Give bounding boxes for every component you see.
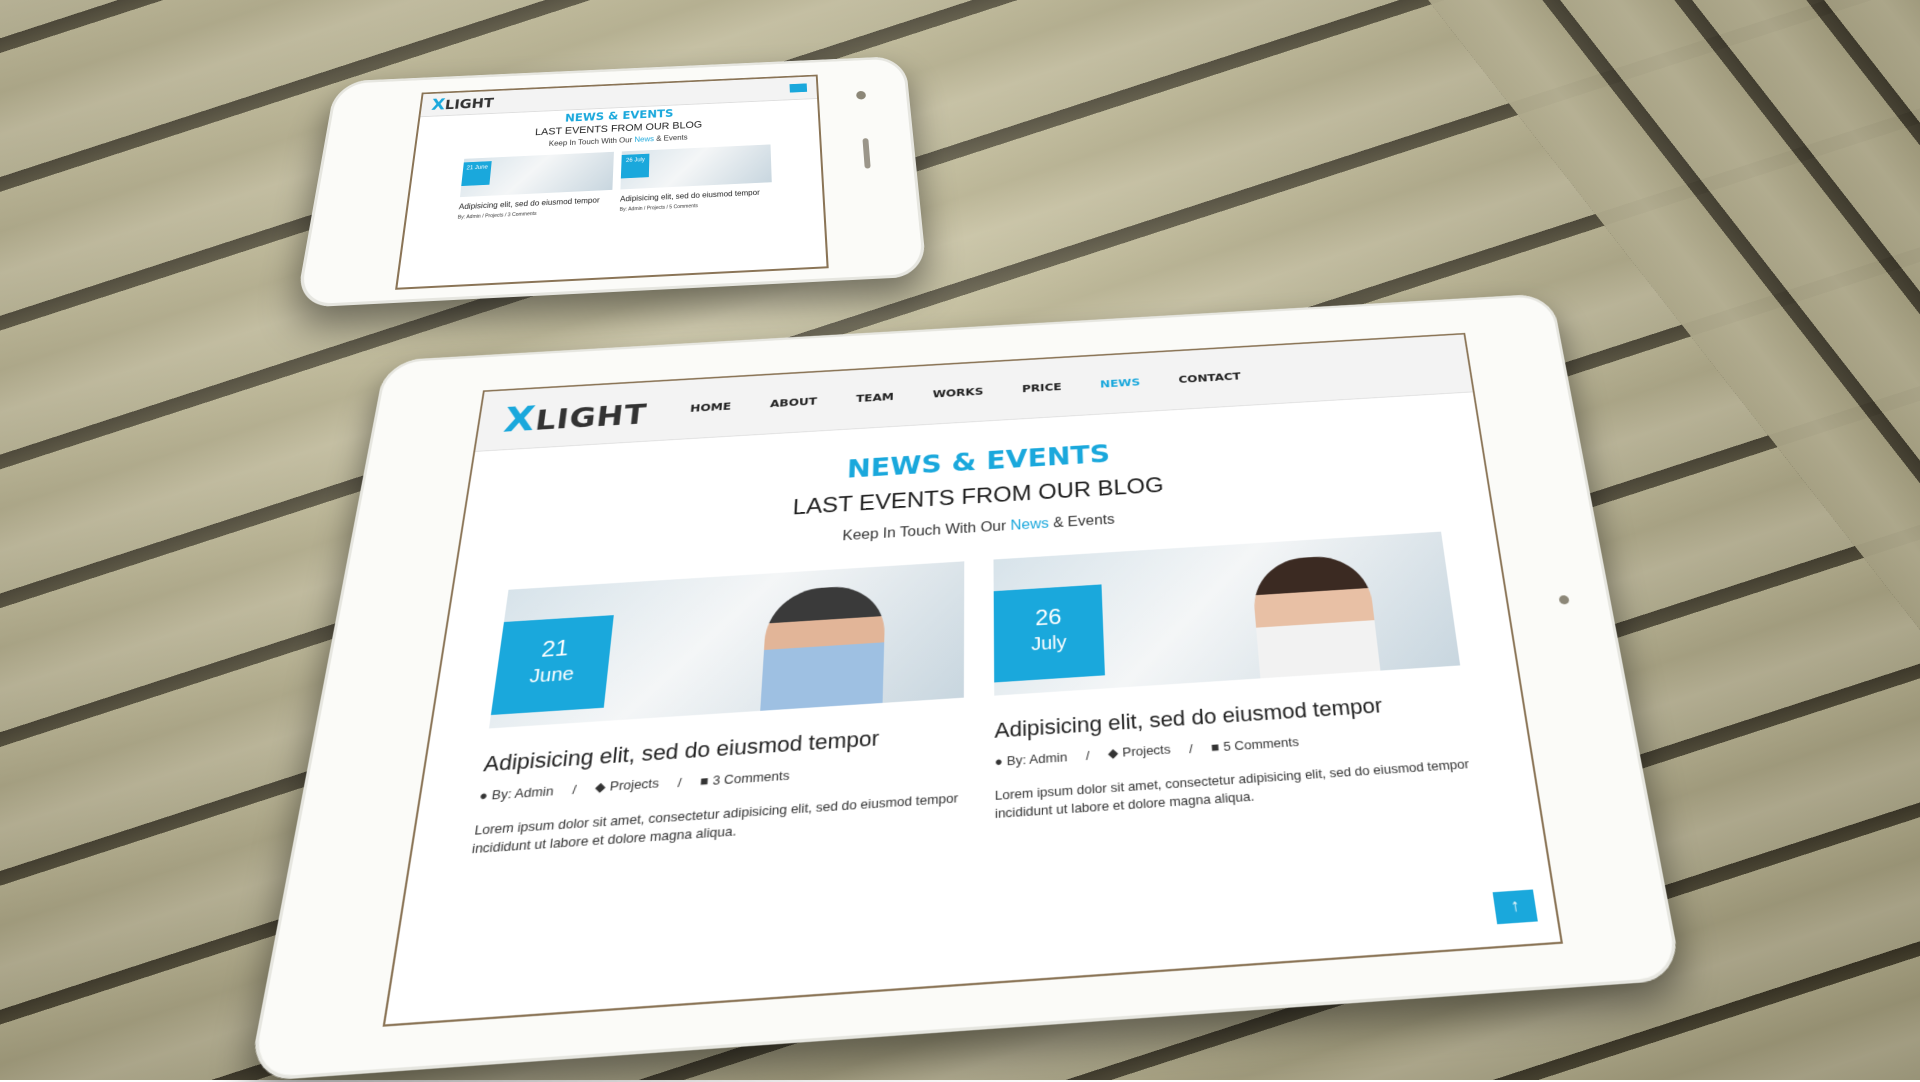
post-author[interactable]: By: Admin [1007, 749, 1068, 768]
phone-screen: XLIGHT NEWS & EVENTS LAST EVENTS FROM OU… [395, 74, 829, 290]
phone-post-card[interactable]: 26 July Adipisicing elit, sed do eiusmod… [620, 144, 773, 213]
nav-contact[interactable]: CONTACT [1178, 370, 1241, 385]
nav-about[interactable]: ABOUT [770, 395, 818, 410]
nav-menu: HOME ABOUT TEAM WORKS PRICE NEWS CONTACT [690, 370, 1242, 414]
post-category[interactable]: Projects [609, 775, 660, 793]
post-date-badge: 26 July [993, 584, 1105, 683]
logo-text: LIGHT [444, 94, 495, 113]
phone-post-date: 26 July [620, 153, 650, 179]
nav-team[interactable]: TEAM [856, 391, 894, 405]
person-photo [1250, 553, 1381, 679]
tagline-highlight[interactable]: News [1010, 517, 1049, 534]
nav-works[interactable]: WORKS [933, 386, 984, 401]
user-icon: ● [478, 787, 489, 803]
post-image[interactable]: 21 June [488, 561, 965, 729]
tablet-website: XLIGHT HOME ABOUT TEAM WORKS PRICE NEWS … [385, 334, 1560, 1024]
smartphone: XLIGHT NEWS & EVENTS LAST EVENTS FROM OU… [295, 55, 928, 308]
logo-text: LIGHT [533, 398, 649, 437]
comments-icon: ■ [699, 772, 710, 789]
user-icon: ● [994, 753, 1003, 769]
hamburger-menu-icon[interactable] [789, 83, 808, 93]
post-excerpt: Lorem ipsum dolor sit amet, consectetur … [994, 756, 1470, 822]
site-logo[interactable]: XLIGHT [502, 392, 650, 439]
meta-separator: / [571, 781, 578, 797]
post-card[interactable]: 21 June Adipisicing elit, sed do eiusmod … [471, 561, 965, 858]
arrow-up-icon: ↑ [1509, 896, 1521, 916]
phone-post-card[interactable]: 21 June Adipisicing elit, sed do eiusmod… [457, 151, 614, 221]
tablet: XLIGHT HOME ABOUT TEAM WORKS PRICE NEWS … [247, 293, 1683, 1082]
scroll-top-button[interactable]: ↑ [1492, 889, 1538, 925]
nav-home[interactable]: HOME [690, 400, 732, 414]
meta-separator: / [1085, 747, 1090, 763]
phone-post-date: 21 June [461, 161, 492, 187]
post-comments[interactable]: 5 Comments [1223, 734, 1300, 754]
post-author[interactable]: By: Admin [491, 783, 554, 802]
meta-separator: / [1188, 740, 1194, 756]
post-card[interactable]: 26 July Adipisicing elit, sed do eiusmod … [993, 531, 1478, 823]
post-image[interactable]: 26 July [993, 531, 1461, 696]
tablet-screen: XLIGHT HOME ABOUT TEAM WORKS PRICE NEWS … [382, 332, 1564, 1027]
nav-news[interactable]: NEWS [1100, 376, 1140, 390]
phone-speaker [862, 138, 871, 169]
post-excerpt: Lorem ipsum dolor sit amet, consectetur … [471, 790, 959, 857]
phone-post-image: 21 June [459, 151, 614, 198]
tagline-highlight[interactable]: News [634, 135, 654, 144]
post-category[interactable]: Projects [1122, 742, 1171, 760]
phone-website: XLIGHT NEWS & EVENTS LAST EVENTS FROM OU… [397, 76, 826, 287]
nav-price[interactable]: PRICE [1022, 381, 1062, 395]
tablet-camera [1558, 595, 1570, 605]
tag-icon: ◆ [594, 778, 607, 795]
person-photo [760, 583, 886, 711]
phone-post-image: 26 July [620, 144, 772, 190]
tag-icon: ◆ [1107, 745, 1119, 761]
phone-logo[interactable]: XLIGHT [431, 93, 495, 114]
post-comments[interactable]: 3 Comments [712, 767, 790, 787]
phone-camera [855, 90, 867, 100]
comments-icon: ■ [1210, 739, 1220, 755]
meta-separator: / [677, 774, 683, 790]
post-date-badge: 21 June [490, 615, 614, 716]
